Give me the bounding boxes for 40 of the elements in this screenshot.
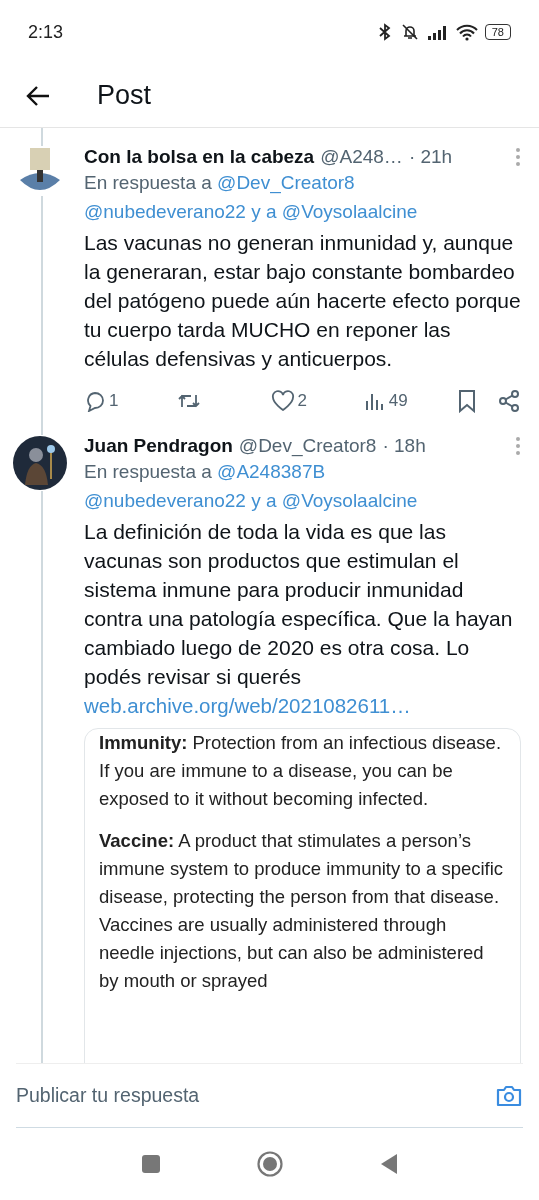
signal-icon	[426, 24, 449, 40]
reply-label: En respuesta a	[84, 461, 212, 482]
battery-indicator: 78	[484, 24, 511, 40]
mention-link[interactable]: @Voysolaalcine	[281, 201, 418, 222]
mention-link[interactable]: @nubedeverano22	[84, 490, 246, 511]
heart-icon[interactable]	[270, 390, 295, 412]
mention-link[interactable]: @Dev_Creator8	[217, 172, 355, 193]
reply-button[interactable]: 1	[84, 390, 178, 412]
share-icon[interactable]	[497, 389, 521, 413]
recents-button[interactable]	[140, 1154, 161, 1174]
mention-link[interactable]: @nubedeverano22	[84, 201, 246, 222]
back-arrow-icon[interactable]	[25, 84, 51, 107]
reply-label: En respuesta a	[84, 172, 212, 193]
embedded-image[interactable]	[84, 728, 521, 1063]
definition-text: Vaccine: A product that stimulates a person’s immune system to produce immunity to a specific disease, protecting the person from that disease. Vaccines are usually administered through needle injections, but can also be administered by mouth or sprayed	[99, 829, 505, 993]
mention-link[interactable]: @Voysolaalcine	[281, 490, 418, 511]
reply-field[interactable]: Publicar tu respuesta	[16, 1084, 487, 1107]
page-title: Post	[97, 80, 152, 111]
url-link[interactable]: web.archive.org/web/2021082611…	[84, 691, 521, 720]
reply-joiner: y a	[251, 201, 277, 222]
wifi-icon	[455, 23, 478, 41]
bookmark-icon[interactable]	[457, 389, 477, 413]
mention-link[interactable]: @A248387B	[217, 461, 326, 482]
camera-icon[interactable]	[495, 1083, 523, 1108]
post-time: · 18h	[382, 435, 426, 457]
post-text: La definición de toda la vida es que las vacunas son productos que estimulan el sistema inmune para producir inmunidad contra una patología específica. Que la hayan cambiado luego de 2020 es otra cosa. Lo podés revisar si querés	[84, 519, 514, 690]
reply-icon[interactable]	[84, 390, 106, 412]
reply-joiner: y a	[251, 490, 277, 511]
views-button[interactable]: 49	[363, 390, 457, 412]
status-time: 2:13	[28, 21, 64, 43]
home-button[interactable]	[256, 1151, 283, 1177]
like-button[interactable]: 2	[270, 390, 364, 412]
muted-bell-icon	[399, 23, 420, 41]
author-name[interactable]: Juan Pendragon	[84, 435, 233, 457]
post-time: · 21h	[408, 146, 453, 168]
definition-text: Immunity: Protection from an infectious disease. If you are immune to a disease, you can be exposed to it without becoming infected.	[99, 731, 503, 811]
author-name[interactable]: Con la bolsa en la cabeza	[84, 146, 315, 168]
author-handle[interactable]: @A248…	[320, 146, 403, 168]
post-text: Las vacunas no generan inmunidad y, aunque la generaran, estar bajo constante bombardeo del patógeno puede aún hacerte efecto porque tu cuerpo tarda MUCHO en reponer las células defensivas y anticuerpos.	[84, 230, 521, 372]
author-handle[interactable]: @Dev_Creator8	[238, 435, 377, 457]
